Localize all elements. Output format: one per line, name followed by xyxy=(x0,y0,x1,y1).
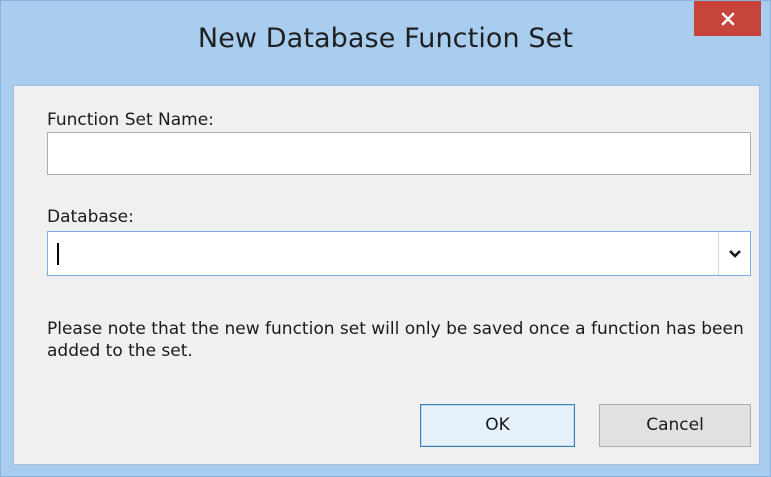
database-value[interactable] xyxy=(56,232,710,275)
chevron-down-icon xyxy=(728,244,742,263)
dialog-window: New Database Function Set Function Set N… xyxy=(0,0,771,477)
function-set-name-input[interactable] xyxy=(47,132,751,175)
title-bar[interactable]: New Database Function Set xyxy=(1,1,770,85)
dialog-body: Function Set Name: Database: Please note… xyxy=(13,85,760,465)
database-label: Database: xyxy=(47,207,134,227)
database-combobox[interactable] xyxy=(47,231,751,276)
close-icon xyxy=(720,11,736,27)
database-dropdown-button[interactable] xyxy=(719,232,750,275)
text-cursor xyxy=(57,243,59,265)
close-button[interactable] xyxy=(694,1,761,36)
function-set-name-label: Function Set Name: xyxy=(47,110,214,130)
ok-button[interactable]: OK xyxy=(420,404,575,447)
cancel-button[interactable]: Cancel xyxy=(599,404,751,447)
save-note: Please note that the new function set wi… xyxy=(47,319,744,361)
dialog-title: New Database Function Set xyxy=(197,23,574,54)
